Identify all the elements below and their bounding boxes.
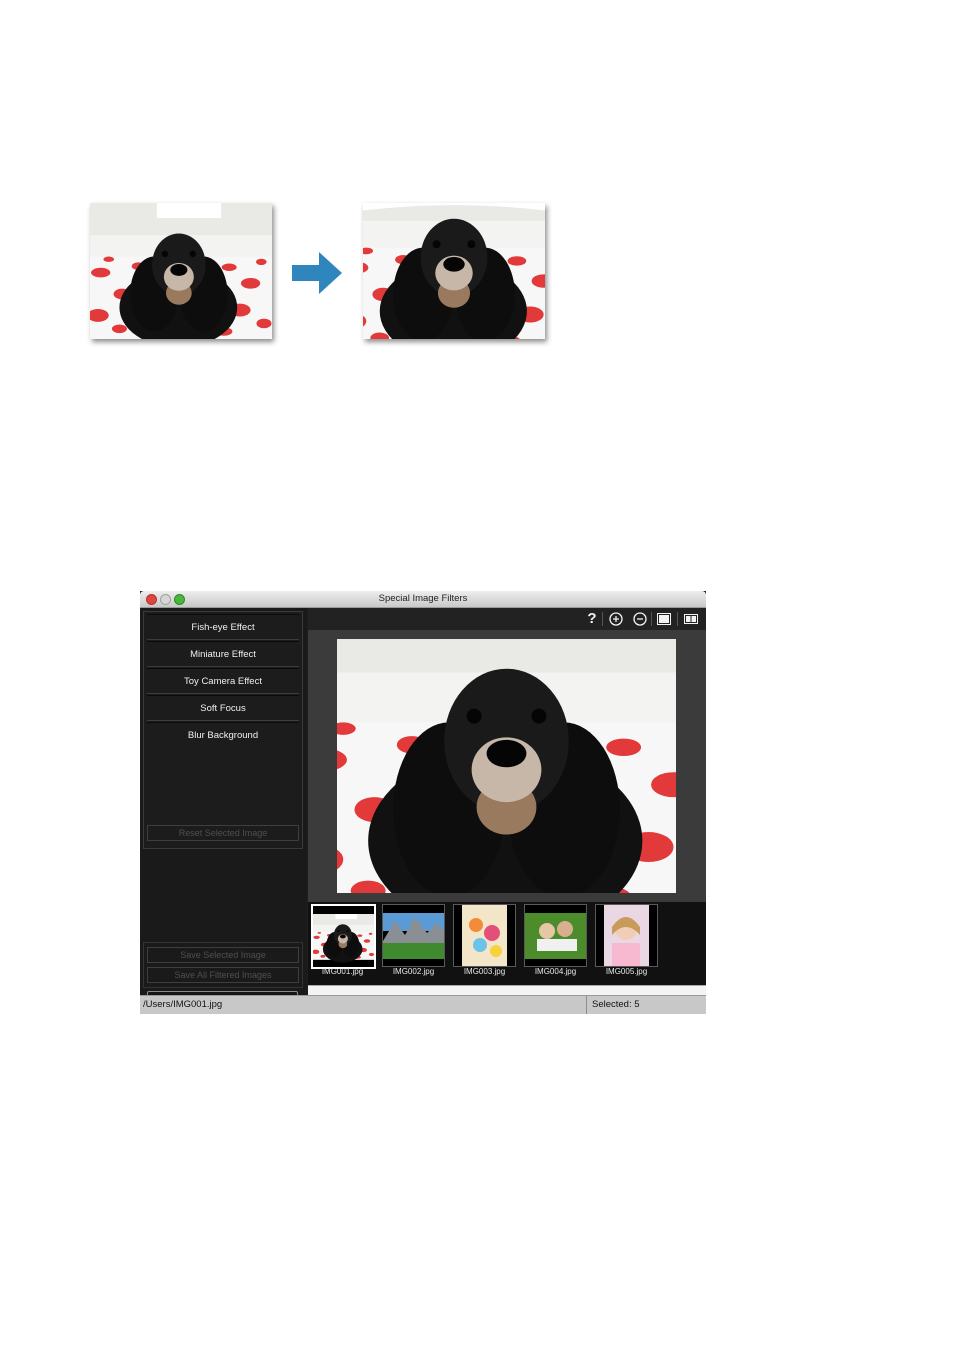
reset-selected-image-button[interactable]: Reset Selected Image <box>147 825 299 841</box>
thumbnail-image <box>524 904 587 967</box>
thumbnail-image <box>453 904 516 967</box>
save-buttons-group: Save Selected Image Save All Filtered Im… <box>143 942 303 988</box>
filter-list: Fish-eye Effect Miniature Effect Toy Cam… <box>143 611 303 849</box>
thumbnail-img003[interactable]: IMG003.jpg <box>453 904 516 978</box>
toolbar-separator <box>677 612 678 626</box>
preview-image <box>337 639 676 893</box>
after-photo <box>363 203 545 339</box>
thumbnail-caption: IMG002.jpg <box>392 967 435 976</box>
single-view-icon[interactable] <box>656 611 672 627</box>
status-divider <box>586 996 587 1014</box>
filter-toy-camera-button[interactable]: Toy Camera Effect <box>147 668 299 694</box>
filter-blur-background-button[interactable]: Blur Background <box>147 722 299 748</box>
help-icon[interactable]: ? <box>584 611 600 627</box>
save-all-filtered-images-button[interactable]: Save All Filtered Images <box>147 967 299 983</box>
thumbnail-caption: IMG005.jpg <box>605 967 648 976</box>
before-photo <box>90 203 272 339</box>
thumbnail-img005[interactable]: IMG005.jpg <box>595 904 658 978</box>
toolbar-separator <box>651 612 652 626</box>
filter-soft-focus-button[interactable]: Soft Focus <box>147 695 299 721</box>
preview-area <box>308 630 706 902</box>
thumbnail-image <box>595 904 658 967</box>
thumbnail-caption: IMG001.jpg <box>321 967 364 976</box>
window-title: Special Image Filters <box>378 593 468 604</box>
thumbnail-img001[interactable]: IMG001.jpg <box>311 904 376 978</box>
compare-view-icon[interactable] <box>683 611 699 627</box>
app-window: Special Image Filters Fish-eye Effect Mi… <box>140 591 706 1014</box>
thumbnail-caption: IMG003.jpg <box>463 967 506 976</box>
thumbnail-caption: IMG004.jpg <box>534 967 577 976</box>
save-selected-image-button[interactable]: Save Selected Image <box>147 947 299 963</box>
status-file-path: /Users/IMG001.jpg <box>143 999 223 1010</box>
filter-panel: Fish-eye Effect Miniature Effect Toy Cam… <box>140 608 307 1009</box>
thumbnail-strip: IMG001.jpg IMG002.jpg IMG003.jpg IMG004.… <box>308 902 706 985</box>
thumbnail-img004[interactable]: IMG004.jpg <box>524 904 587 978</box>
status-selected-count: Selected: 5 <box>592 999 640 1010</box>
arrow-right-icon <box>292 252 342 294</box>
toolbar-separator <box>602 612 603 626</box>
status-bar: /Users/IMG001.jpg Selected: 5 <box>140 995 706 1014</box>
zoom-in-icon[interactable] <box>608 611 624 627</box>
filter-fish-eye-button[interactable]: Fish-eye Effect <box>147 614 299 640</box>
thumbnail-image <box>311 904 376 969</box>
thumbnail-image <box>382 904 445 967</box>
toolbar: ? <box>308 608 706 630</box>
filter-miniature-button[interactable]: Miniature Effect <box>147 641 299 667</box>
thumbnail-img002[interactable]: IMG002.jpg <box>382 904 445 978</box>
zoom-out-icon[interactable] <box>632 611 648 627</box>
title-bar[interactable]: Special Image Filters <box>140 591 706 608</box>
